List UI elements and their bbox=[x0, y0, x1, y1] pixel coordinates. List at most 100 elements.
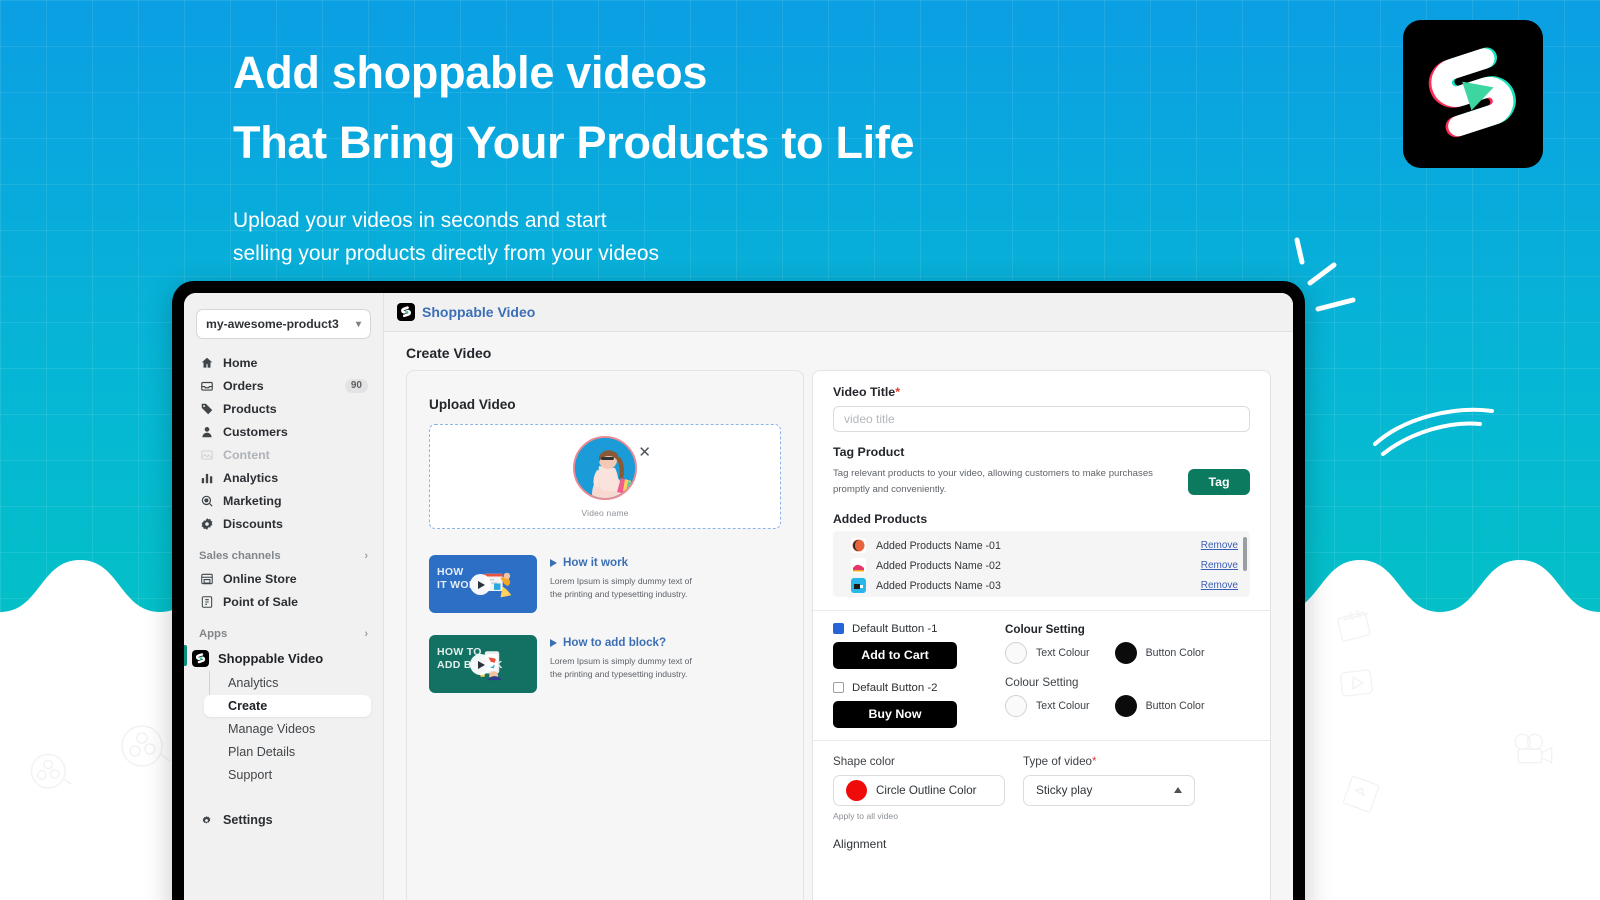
type-of-video-label-text: Type of video bbox=[1023, 754, 1092, 768]
sidebar-subitem-label: Manage Videos bbox=[228, 722, 316, 736]
type-of-video-select[interactable]: Sticky play bbox=[1023, 774, 1195, 806]
sidebar-item-discounts[interactable]: Discounts bbox=[192, 512, 375, 535]
sidebar-item-products[interactable]: Products bbox=[192, 397, 375, 420]
remove-product-link[interactable]: Remove bbox=[1201, 560, 1238, 571]
sidebar-item-label: Analytics bbox=[223, 470, 279, 485]
hero-title: Add shoppable videos That Bring Your Pro… bbox=[233, 38, 1133, 178]
sidebar-item-label: Home bbox=[223, 355, 258, 370]
video-dropzone[interactable]: ✕ Video name bbox=[429, 424, 781, 529]
buy-now-preview-button[interactable]: Buy Now bbox=[833, 700, 957, 728]
alignment-label: Alignment bbox=[833, 836, 887, 851]
sidebar-item-label: Customers bbox=[223, 424, 288, 439]
sidebar-item-content[interactable]: Content bbox=[192, 443, 375, 466]
sidebar-item-online-store[interactable]: Online Store bbox=[192, 567, 375, 590]
text-colour-swatch[interactable] bbox=[1005, 641, 1027, 664]
button-settings-section: Default Button -1 Add to Cart Default Bu… bbox=[813, 609, 1270, 740]
button-colour-swatch[interactable] bbox=[1114, 694, 1137, 717]
tutorial-heading-label: How it work bbox=[563, 556, 629, 569]
shoppable-video-logo bbox=[1403, 20, 1543, 168]
hero-title-line1: Add shoppable videos bbox=[233, 47, 708, 98]
shoppable-video-app-icon bbox=[192, 649, 209, 667]
play-icon[interactable] bbox=[470, 654, 491, 675]
type-of-video-label: Type of video* bbox=[1023, 755, 1195, 768]
sidebar-item-point-of-sale[interactable]: Point of Sale bbox=[192, 590, 375, 613]
topbar-app-title[interactable]: Shoppable Video bbox=[422, 304, 535, 320]
store-icon bbox=[199, 571, 214, 586]
sidebar-item-home[interactable]: Home bbox=[192, 351, 375, 374]
page-title: Create Video bbox=[406, 345, 492, 361]
sidebar-item-label: Marketing bbox=[223, 493, 282, 508]
sidebar-item-marketing[interactable]: Marketing bbox=[192, 489, 375, 512]
marketing-icon bbox=[199, 493, 214, 508]
type-of-video-group: Type of video* Sticky play bbox=[1023, 755, 1195, 821]
added-products-scrollbar[interactable] bbox=[1243, 536, 1247, 571]
sidebar-subitem-plan-details[interactable]: Plan Details bbox=[204, 741, 371, 763]
analytics-icon bbox=[199, 470, 214, 485]
tutorial-card[interactable]: HOW IT WORK How it work Lorem Ipsum is s… bbox=[429, 555, 781, 613]
hero-subtitle-line2: selling your products directly from your… bbox=[233, 241, 660, 265]
upload-section-title: Upload Video bbox=[429, 397, 516, 412]
sidebar-item-settings[interactable]: Settings bbox=[192, 808, 375, 832]
sidebar-item-label: Discounts bbox=[223, 516, 283, 531]
circle-outline-color-label: Circle Outline Color bbox=[876, 783, 977, 797]
tutorial-thumbnail[interactable]: HOW TOADD BLOCK bbox=[429, 635, 537, 693]
remove-video-icon[interactable]: ✕ bbox=[638, 445, 651, 460]
shape-and-type-section: Shape color Circle Outline Color Apply t… bbox=[813, 739, 1270, 831]
tag-button[interactable]: Tag bbox=[1188, 469, 1250, 496]
checkbox-unchecked-icon[interactable] bbox=[833, 682, 844, 694]
sidebar-section-apps[interactable]: Apps › bbox=[199, 628, 368, 640]
circle-outline-color-picker[interactable]: Circle Outline Color bbox=[833, 774, 1005, 806]
sidebar-item-analytics[interactable]: Analytics bbox=[192, 466, 375, 489]
content-columns: Upload Video ✕ Video name HOW IT WORK Ho… bbox=[384, 370, 1293, 900]
button-colour-swatch[interactable] bbox=[1114, 641, 1137, 664]
button-colour-label: Button Color bbox=[1145, 699, 1205, 712]
remove-product-link[interactable]: Remove bbox=[1201, 580, 1238, 591]
add-to-cart-preview-button[interactable]: Add to Cart bbox=[833, 641, 957, 669]
default-button-1-label: Default Button -1 bbox=[852, 622, 938, 635]
text-colour-swatch[interactable] bbox=[1005, 694, 1027, 717]
play-icon[interactable] bbox=[470, 574, 491, 595]
sidebar-item-customers[interactable]: Customers bbox=[192, 420, 375, 443]
hero-text-block: Add shoppable videos That Bring Your Pro… bbox=[233, 38, 1133, 270]
checkbox-checked-icon[interactable] bbox=[833, 623, 844, 635]
store-selector[interactable]: my-awesome-product3 ▾ bbox=[196, 309, 371, 339]
tutorial-card[interactable]: HOW TOADD BLOCK bbox=[429, 635, 781, 693]
color-swatch[interactable] bbox=[846, 779, 867, 801]
play-triangle-icon bbox=[550, 638, 557, 647]
sidebar-subitem-label: Analytics bbox=[228, 676, 279, 690]
remove-product-link[interactable]: Remove bbox=[1201, 540, 1238, 551]
tutorial-description: Lorem Ipsum is simply dummy text of the … bbox=[550, 576, 692, 600]
sidebar-item-shoppable-video[interactable]: Shoppable Video bbox=[184, 645, 375, 671]
required-marker: * bbox=[895, 385, 901, 399]
hero-title-line2: That Bring Your Products to Life bbox=[233, 116, 915, 168]
default-button-1-row[interactable]: Default Button -1 bbox=[833, 623, 1005, 635]
tag-product-label: Tag Product bbox=[833, 445, 905, 459]
required-marker: * bbox=[1091, 754, 1097, 768]
sidebar-item-orders[interactable]: Orders 90 bbox=[192, 374, 375, 397]
tutorial-body: How it work Lorem Ipsum is simply dummy … bbox=[550, 555, 702, 613]
sidebar-subitem-manage-videos[interactable]: Manage Videos bbox=[204, 718, 371, 740]
sidebar-subitem-label: Support bbox=[228, 768, 273, 782]
video-title-input[interactable] bbox=[833, 406, 1250, 432]
sidebar-item-label: Settings bbox=[223, 813, 273, 827]
tutorial-heading[interactable]: How to add block? bbox=[550, 636, 702, 649]
tutorial-thumbnail[interactable]: HOW IT WORK bbox=[429, 555, 537, 613]
sidebar-subitem-analytics[interactable]: Analytics bbox=[204, 672, 371, 694]
topbar-app-icon bbox=[397, 303, 415, 321]
video-title-label: Video Title* bbox=[833, 385, 1250, 399]
sidebar-item-label: Products bbox=[223, 401, 277, 416]
default-button-2-row[interactable]: Default Button -2 bbox=[833, 682, 1005, 694]
chevron-up-icon bbox=[1174, 787, 1182, 794]
sidebar-subitem-support[interactable]: Support bbox=[204, 764, 371, 786]
sidebar-subitem-create[interactable]: Create bbox=[204, 695, 371, 717]
list-item[interactable]: Added Products Name -02 Remove bbox=[833, 556, 1250, 576]
sidebar-section-sales-channels[interactable]: Sales channels › bbox=[199, 550, 368, 562]
product-name: Added Products Name -03 bbox=[876, 579, 1001, 592]
list-item[interactable]: Added Products Name -03 Remove bbox=[833, 576, 1250, 596]
colour-setting-1-row: Text Colour Button Color bbox=[1005, 641, 1250, 664]
video-details-section: Video Title* Tag Product Tag relevant pr… bbox=[813, 371, 1270, 610]
film-reel-icon-2 bbox=[30, 753, 73, 789]
sidebar: my-awesome-product3 ▾ Home Orders 90 Pro… bbox=[184, 293, 384, 900]
list-item[interactable]: Added Products Name -01 Remove bbox=[833, 536, 1250, 556]
tutorial-heading[interactable]: How it work bbox=[550, 556, 702, 569]
